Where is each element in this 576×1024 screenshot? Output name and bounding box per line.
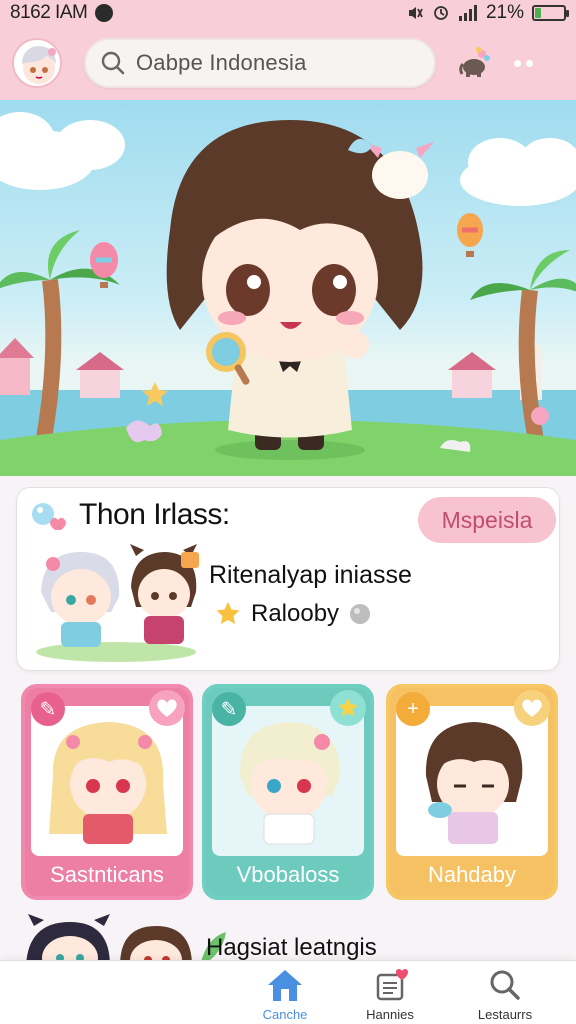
star-icon [216, 602, 240, 624]
nav-label: Canche [262, 1007, 308, 1022]
card-meta: Ralooby [215, 600, 371, 628]
hero-banner[interactable] [0, 100, 576, 476]
houses-left [0, 338, 124, 398]
gem-icon [350, 604, 371, 624]
battery-level [535, 8, 541, 18]
battery-percent: 21% [485, 2, 524, 23]
search-bar[interactable]: Oabpe Indonesia [84, 38, 436, 88]
featured-card[interactable]: Thon Irlass: Mspeisla Ritenalyap iniasse… [16, 487, 560, 671]
preview-title: Hagsiat leatngis [206, 934, 377, 961]
heart-shape [522, 699, 542, 717]
tile-image-frame [396, 706, 548, 856]
home-icon [268, 970, 302, 1001]
avatar[interactable] [12, 38, 62, 88]
elephant-icon-graphic [459, 47, 490, 77]
nav-label: Lestaurrs [477, 1007, 533, 1022]
document-heart-icon [376, 969, 409, 1001]
tile-label: Vbobaloss [236, 862, 340, 887]
star-icon[interactable] [330, 690, 366, 726]
card-title: Thon Irlass: [79, 498, 230, 531]
category-tile-2[interactable]: ✎ Vbobaloss [202, 684, 374, 900]
hot-air-balloon-right [457, 213, 483, 257]
card-pill-button[interactable]: Mspeisla [418, 497, 556, 543]
heart-shape [157, 699, 177, 717]
tile-label: Sastnticans [50, 862, 164, 887]
tile-character-image [239, 722, 341, 845]
search-icon [101, 51, 125, 75]
search-icon [490, 970, 520, 1000]
star-shape [338, 697, 358, 717]
tile-label: Nahdaby [427, 862, 517, 887]
bubbles-icon [32, 503, 66, 530]
category-tile-1[interactable]: ✎ Sastnticans [21, 684, 193, 900]
status-bar: 8162 IAM 21% [0, 0, 576, 26]
card-meta-text: Ralooby [251, 600, 340, 627]
battery-icon [532, 5, 569, 21]
alarm-icon [434, 6, 448, 20]
sparkle-icon: ✎ [31, 692, 65, 726]
card-characters-image [36, 544, 199, 662]
tile-image-frame [212, 706, 364, 856]
signal-icon [458, 5, 477, 21]
plus-icon: + [396, 692, 430, 726]
more-dot [526, 59, 533, 67]
heart-icon[interactable] [149, 690, 185, 726]
bow-decoration [126, 420, 162, 443]
tile-character-image [425, 722, 523, 844]
hero-illustration [0, 112, 576, 476]
tile-image-frame [31, 706, 183, 856]
nav-item-home[interactable]: Canche [250, 967, 320, 1023]
category-tile-3[interactable]: + Nahdaby [386, 684, 558, 900]
more-dot [514, 59, 521, 67]
elephant-icon[interactable] [458, 46, 492, 80]
search-placeholder: Oabpe Indonesia [136, 50, 307, 75]
avatar-image [22, 46, 56, 84]
nav-label: Hannies [366, 1007, 414, 1022]
nav-item-search[interactable]: Lestaurrs [470, 967, 540, 1023]
more-icon[interactable] [514, 59, 533, 67]
mute-icon [408, 7, 423, 19]
heart-icon[interactable] [514, 690, 550, 726]
tile-character-image [49, 722, 167, 844]
app-header: Oabpe Indonesia [0, 26, 576, 100]
shield-icon [95, 4, 114, 22]
leaf-icon: ✎ [212, 692, 246, 726]
cloud-right [460, 138, 576, 206]
nav-item-favorites[interactable]: Hannies [355, 967, 425, 1023]
status-time: 8162 IAM [10, 2, 88, 23]
cloud-left [0, 112, 125, 190]
card-subtitle: Ritenalyap iniasse [209, 561, 412, 589]
flower-icon [531, 407, 549, 425]
status-icons: 21% [406, 2, 569, 24]
bottom-nav: Canche Hannies Lestaurrs [0, 960, 576, 1024]
